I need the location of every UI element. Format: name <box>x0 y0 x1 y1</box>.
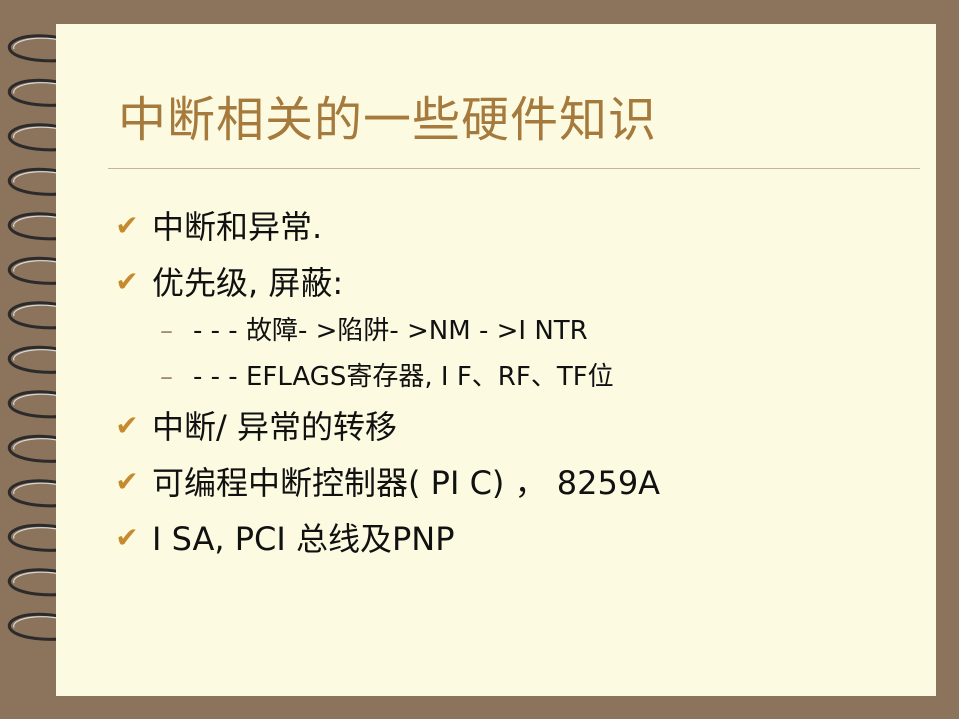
check-mark-icon: ✔ <box>115 520 139 554</box>
sub-item: – - - - 故障- >陷阱- >NM - >I NTR <box>160 310 588 347</box>
bullet-text: 可编程中断控制器( PI C) ， 8259A <box>152 464 661 502</box>
sub-item-text: - - - EFLAGS寄存器, I F、RF、TF位 <box>193 362 614 392</box>
dash-marker: – <box>160 362 173 392</box>
bullet-text: 中断/ 异常的转移 <box>152 408 397 446</box>
bullet-item: ✔ 中断/ 异常的转移 <box>112 402 397 448</box>
check-mark-icon: ✔ <box>115 408 139 442</box>
dash-marker: – <box>160 316 173 346</box>
bullet-text: 中断和异常. <box>152 208 323 246</box>
bullet-item: ✔ I SA, PCI 总线及PNP <box>112 514 455 560</box>
bullet-item: ✔ 可编程中断控制器( PI C) ， 8259A <box>112 458 660 504</box>
sub-item-text: - - - 故障- >陷阱- >NM - >I NTR <box>193 316 588 346</box>
title-divider <box>108 168 920 169</box>
check-mark-icon: ✔ <box>115 264 139 298</box>
slide-title: 中断相关的一些硬件知识 <box>118 92 658 148</box>
sub-item: – - - - EFLAGS寄存器, I F、RF、TF位 <box>160 356 614 393</box>
check-mark-icon: ✔ <box>115 464 139 498</box>
bullet-text: I SA, PCI 总线及PNP <box>152 520 455 558</box>
bullet-text: 优先级, 屏蔽: <box>152 264 344 302</box>
bullet-item: ✔ 优先级, 屏蔽: <box>112 258 343 304</box>
bullet-item: ✔ 中断和异常. <box>112 202 322 248</box>
check-mark-icon: ✔ <box>115 208 139 242</box>
